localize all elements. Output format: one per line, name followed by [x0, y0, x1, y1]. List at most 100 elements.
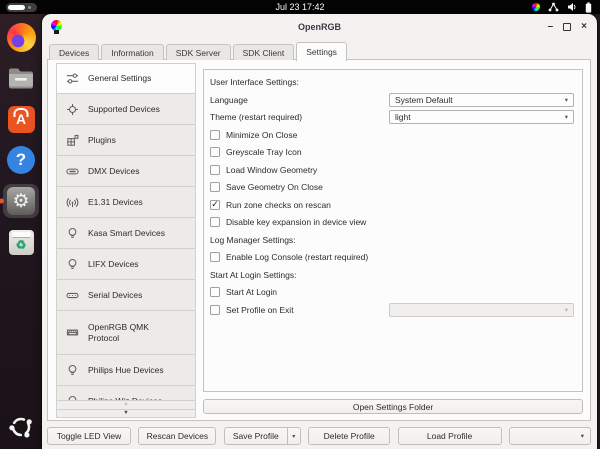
settings-row-theme-restart-required: Theme (restart required) light▾ — [210, 110, 576, 124]
sidebar-item-serial-devices[interactable]: Serial Devices — [56, 280, 196, 311]
scroll-up-icon[interactable]: ▲ — [56, 400, 196, 409]
tab-settings[interactable]: Settings — [296, 42, 347, 61]
maximize-icon[interactable] — [563, 23, 571, 31]
set-profile-on-exit-dropdown: ▾ — [389, 303, 574, 317]
active-workspace-indicator — [8, 5, 25, 10]
system-tray[interactable] — [532, 0, 592, 14]
rescan-devices-button[interactable]: Rescan Devices — [138, 427, 216, 445]
trash-bin: ♻ — [9, 230, 34, 255]
minimize-icon[interactable]: – — [548, 22, 554, 32]
run-zone-checks-on-rescan-checkbox[interactable]: ✓ — [210, 200, 220, 210]
settings-row-log-manager-settings: Log Manager Settings: — [210, 233, 576, 247]
language-dropdown[interactable]: System Default▾ — [389, 93, 574, 107]
circle-of-friends — [8, 414, 34, 440]
volume-icon — [567, 2, 577, 12]
sidebar-item-dmx-devices[interactable]: DMX Devices — [56, 156, 196, 187]
workspace-dot — [28, 6, 31, 9]
sidebar-item-lifx-devices[interactable]: LIFX Devices — [56, 249, 196, 280]
close-icon[interactable]: × — [581, 22, 587, 32]
bulb-icon — [65, 363, 80, 378]
checkmark-icon: ✓ — [211, 200, 219, 209]
sidebar-scroll-buttons: ▲ ▼ — [56, 400, 196, 418]
bag-handle — [14, 108, 29, 117]
scroll-down-icon[interactable]: ▼ — [56, 409, 196, 418]
load-window-geometry-checkbox[interactable] — [210, 165, 220, 175]
sidebar-item-plugins[interactable]: Plugins — [56, 125, 196, 156]
settings-icon[interactable]: ⚙ — [3, 185, 39, 217]
battery-icon — [585, 2, 592, 13]
save-profile-dropdown-arrow[interactable]: ▾ — [288, 427, 301, 445]
settings-row-set-profile-on-exit: Set Profile on Exit ▾ — [210, 303, 576, 317]
minimize-on-close-checkbox[interactable] — [210, 130, 220, 140]
broadcast-icon — [65, 195, 80, 210]
clock[interactable]: Jul 23 17:42 — [275, 2, 324, 12]
save-geometry-on-close-checkbox[interactable] — [210, 182, 220, 192]
sidebar-item-kasa-smart-devices[interactable]: Kasa Smart Devices — [56, 218, 196, 249]
profile-selector-dropdown[interactable]: ▾ — [509, 427, 591, 445]
workspace-pill[interactable] — [6, 3, 37, 12]
disable-key-expansion-in-device-view-checkbox[interactable] — [210, 217, 220, 227]
settings-row-start-at-login-settings: Start At Login Settings: — [210, 268, 576, 282]
save-profile-split-button: Save Profile▾ — [224, 427, 301, 445]
sidebar-item-label: LIFX Devices — [88, 259, 139, 270]
ubuntu-logo-icon[interactable] — [3, 411, 39, 443]
firefox-icon[interactable] — [3, 21, 39, 53]
trash-lid — [12, 232, 31, 238]
greyscale-tray-icon-checkbox[interactable] — [210, 147, 220, 157]
sidebar-item-label: Philips Hue Devices — [88, 365, 164, 376]
checkbox-label: Greyscale Tray Icon — [226, 147, 302, 157]
help-icon[interactable]: ? — [3, 144, 39, 176]
sidebar-item-label: General Settings — [88, 73, 151, 84]
start-at-login-checkbox[interactable] — [210, 287, 220, 297]
field-label: Theme (restart required) — [210, 112, 302, 122]
section-header: Log Manager Settings: — [210, 235, 296, 245]
tab-devices[interactable]: Devices — [49, 44, 99, 60]
checkbox-label: Load Window Geometry — [226, 165, 317, 175]
openrgb-tray-icon[interactable] — [532, 3, 540, 11]
window-title: OpenRGB — [298, 22, 341, 32]
settings-category-list: General Settings Supported Devices Plugins… — [56, 63, 196, 402]
sidebar-item-supported-devices[interactable]: Supported Devices — [56, 94, 196, 125]
tab-information[interactable]: Information — [101, 44, 164, 60]
titlebar[interactable]: OpenRGB – × — [42, 14, 597, 40]
section-header: Start At Login Settings: — [210, 270, 296, 280]
sidebar-item-openrgb-qmk-protocol[interactable]: OpenRGB QMK Protocol — [56, 311, 196, 355]
tab-sdk-client[interactable]: SDK Client — [233, 44, 295, 60]
theme-restart-required-dropdown[interactable]: light▾ — [389, 110, 574, 124]
gear-glyph: ⚙ — [7, 187, 35, 215]
sidebar-item-philips-hue-devices[interactable]: Philips Hue Devices — [56, 355, 196, 386]
checkbox-label: Minimize On Close — [226, 130, 297, 140]
section-header: User Interface Settings: — [210, 77, 299, 87]
delete-profile-button[interactable]: Delete Profile — [308, 427, 390, 445]
save-profile-button[interactable]: Save Profile — [224, 427, 288, 445]
files-icon[interactable] — [3, 62, 39, 94]
settings-row-minimize-on-close: Minimize On Close — [210, 128, 576, 142]
combo-value: light — [395, 112, 411, 122]
recycle-glyph: ♻ — [16, 239, 27, 251]
load-profile-button[interactable]: Load Profile — [398, 427, 502, 445]
bulb-icon — [65, 226, 80, 241]
sidebar-item-general-settings[interactable]: General Settings — [56, 63, 196, 94]
checkbox-label: Start At Login — [226, 287, 277, 297]
field-label: Language — [210, 95, 248, 105]
openrgb-window: OpenRGB – × DevicesInformationSDK Server… — [42, 14, 597, 449]
checkbox-label: Disable key expansion in device view — [226, 217, 366, 227]
sidebar-item-e1-31-devices[interactable]: E1.31 Devices — [56, 187, 196, 218]
trash-icon[interactable]: ♻ — [3, 226, 39, 258]
enable-log-console-restart-required-checkbox[interactable] — [210, 252, 220, 262]
tab-sdk-server[interactable]: SDK Server — [166, 44, 231, 60]
checkbox-label: Save Geometry On Close — [226, 182, 323, 192]
open-settings-folder-button[interactable]: Open Settings Folder — [203, 399, 583, 414]
checkbox-label: Set Profile on Exit — [226, 305, 294, 315]
sidebar-item-label: Supported Devices — [88, 104, 160, 115]
settings-row-start-at-login: Start At Login — [210, 285, 576, 299]
chevron-down-icon: ▾ — [581, 432, 584, 440]
folder-glyph — [7, 66, 35, 90]
app-center-icon[interactable]: A — [3, 103, 39, 135]
bottom-toolbar: Toggle LED View Rescan Devices Save Profil… — [47, 427, 591, 445]
settings-row-user-interface-settings: User Interface Settings: — [210, 75, 576, 89]
settings-row-enable-log-console-restart-required: Enable Log Console (restart required) — [210, 250, 576, 264]
general-settings-panel: User Interface Settings: Language System D… — [203, 69, 583, 392]
toggle-led-view-button[interactable]: Toggle LED View — [47, 427, 131, 445]
set-profile-on-exit-checkbox[interactable] — [210, 305, 220, 315]
